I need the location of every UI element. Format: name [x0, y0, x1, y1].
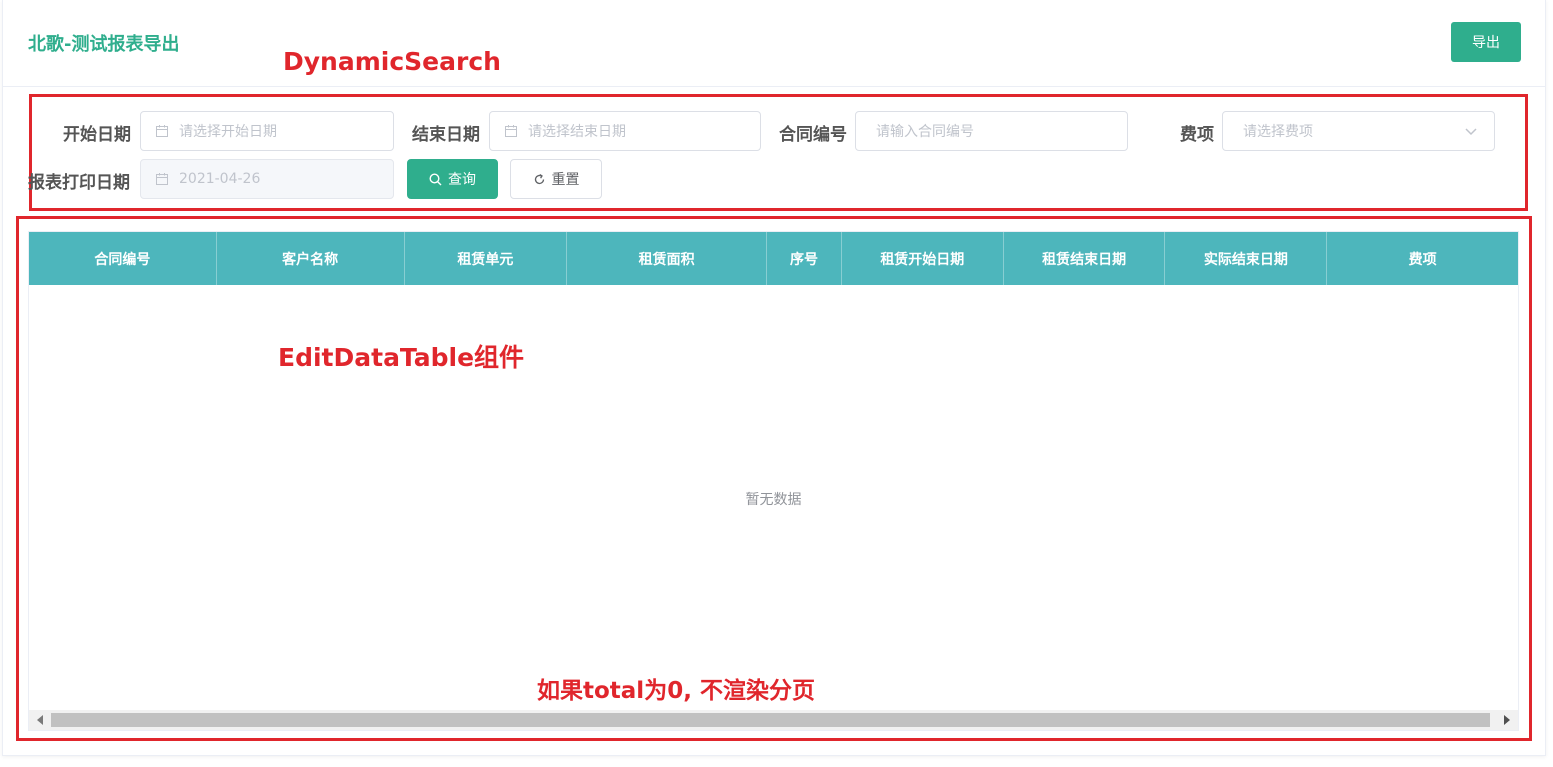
annotation-pagination-note: 如果total为0, 不渲染分页	[537, 678, 815, 704]
export-button[interactable]: 导出	[1451, 22, 1521, 62]
column-header-lease-end[interactable]: 租赁结束日期	[1004, 232, 1166, 285]
start-date-placeholder: 请选择开始日期	[179, 124, 277, 140]
end-date-label: 结束日期	[412, 125, 480, 145]
column-header-contract-no[interactable]: 合同编号	[29, 232, 217, 285]
scrollbar-thumb[interactable]	[51, 713, 1490, 727]
print-date-picker: 2021-04-26	[140, 159, 394, 199]
column-header-actual-end[interactable]: 实际结束日期	[1165, 232, 1328, 285]
card-header: 北歌-测试报表导出 导出	[3, 0, 1545, 87]
end-date-placeholder: 请选择结束日期	[528, 124, 626, 140]
column-header-fee-item[interactable]: 费项	[1327, 232, 1518, 285]
column-header-index[interactable]: 序号	[767, 232, 842, 285]
start-date-label: 开始日期	[63, 125, 131, 145]
scroll-left-arrow-icon[interactable]	[37, 715, 43, 725]
fee-item-placeholder: 请选择费项	[1243, 124, 1313, 140]
print-date-value: 2021-04-26	[179, 171, 261, 187]
empty-text: 暂无数据	[745, 492, 802, 508]
refresh-icon	[534, 173, 544, 184]
data-table: 合同编号 客户名称 租赁单元 租赁面积 序号 租赁开始日期 租赁结束日期 实际结…	[28, 231, 1519, 731]
calendar-icon	[156, 173, 168, 185]
column-header-lease-unit[interactable]: 租赁单元	[405, 232, 568, 285]
contract-no-placeholder: 请输入合同编号	[876, 124, 974, 140]
scroll-right-arrow-icon[interactable]	[1504, 715, 1510, 725]
contract-no-label: 合同编号	[779, 125, 847, 145]
query-label: 查询	[448, 172, 476, 188]
column-header-lease-area[interactable]: 租赁面积	[567, 232, 768, 285]
calendar-icon	[505, 125, 517, 137]
table-header: 合同编号 客户名称 租赁单元 租赁面积 序号 租赁开始日期 租赁结束日期 实际结…	[29, 232, 1518, 285]
column-header-customer-name[interactable]: 客户名称	[217, 232, 405, 285]
print-date-label: 报表打印日期	[28, 173, 130, 193]
annotation-edit-data-table: EditDataTable组件	[278, 343, 525, 372]
chevron-down-icon	[1465, 128, 1477, 136]
search-icon	[429, 172, 442, 185]
calendar-icon	[156, 125, 168, 137]
reset-label: 重置	[551, 172, 580, 188]
horizontal-scrollbar[interactable]	[29, 710, 1518, 730]
fee-item-select[interactable]: 请选择费项	[1222, 111, 1495, 151]
fee-item-label: 费项	[1180, 125, 1214, 145]
annotation-dynamic-search: DynamicSearch	[283, 47, 501, 76]
column-header-lease-start[interactable]: 租赁开始日期	[842, 232, 1004, 285]
page-title: 北歌-测试报表导出	[28, 34, 180, 55]
contract-no-input[interactable]: 请输入合同编号	[855, 111, 1128, 151]
end-date-picker[interactable]: 请选择结束日期	[489, 111, 761, 151]
query-button[interactable]: 查询	[407, 159, 498, 199]
reset-button[interactable]: 重置	[510, 159, 602, 199]
start-date-picker[interactable]: 请选择开始日期	[140, 111, 394, 151]
